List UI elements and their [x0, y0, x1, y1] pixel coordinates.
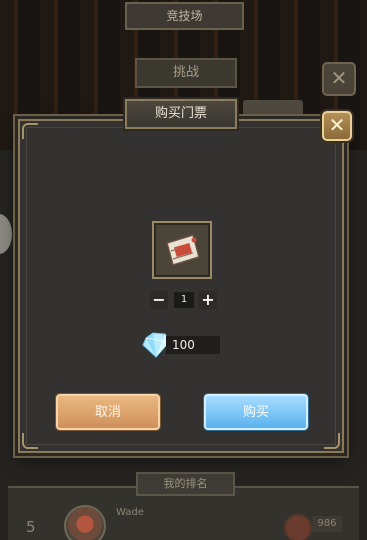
close-icon: ✕	[328, 113, 346, 137]
increase-quantity-button[interactable]: +	[199, 291, 217, 309]
player-name: Wade	[116, 507, 144, 518]
decrease-quantity-button[interactable]: −	[150, 291, 168, 309]
quantity-value: 1	[174, 292, 194, 308]
my-rank: 5	[26, 518, 36, 536]
dialog-title: 购买门票	[125, 99, 237, 129]
background-tab	[243, 100, 303, 116]
cancel-button[interactable]: 取消	[56, 394, 160, 430]
ticket-icon	[166, 234, 200, 266]
background-close-icon: ✕	[322, 62, 356, 96]
score-icon	[284, 514, 312, 540]
price-value: 100	[166, 336, 220, 354]
score-value: 986	[312, 516, 342, 532]
avatar	[64, 505, 106, 540]
frame-corner	[324, 433, 340, 449]
screen-title: 竞技场	[125, 2, 244, 30]
ranking-label: 我的排名	[136, 472, 235, 496]
item-slot	[152, 221, 212, 279]
frame-corner	[22, 433, 38, 449]
challenge-title: 挑战	[135, 58, 237, 88]
close-button[interactable]: ✕	[322, 111, 352, 141]
buy-button[interactable]: 购买	[204, 394, 308, 430]
frame-corner	[22, 123, 38, 139]
